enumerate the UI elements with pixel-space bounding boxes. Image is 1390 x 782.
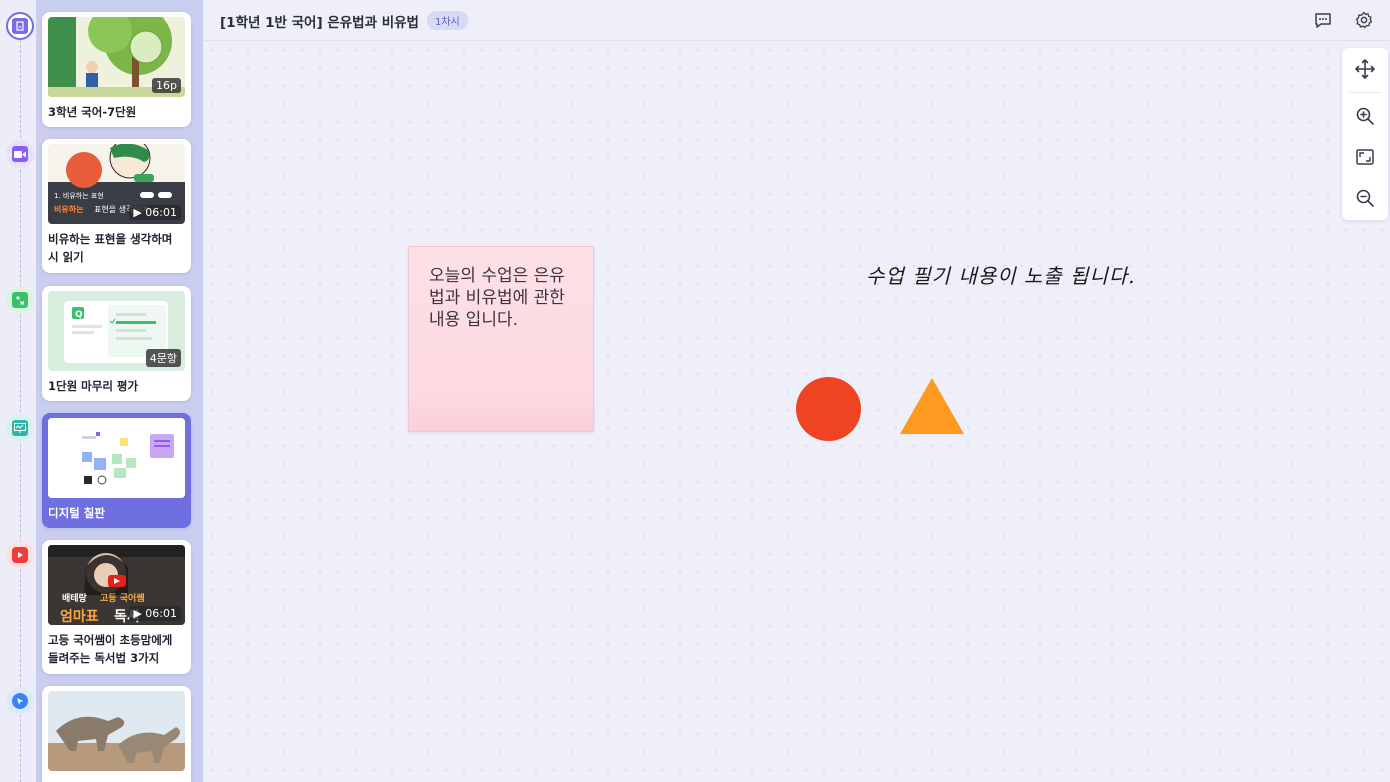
youtube-icon: [12, 547, 28, 563]
video-duration-badge: ▶ 06:01: [129, 205, 181, 220]
page-count-badge: 16p: [152, 78, 181, 93]
move-icon[interactable]: [1353, 57, 1377, 81]
video-thumbnail: 1. 비유하는 표현 비유하는 표현을 생각하며 ▶ 06:01: [48, 144, 185, 224]
sticky-note[interactable]: 오늘의 수업은 은유법과 비유법에 관한 내용 입니다.: [408, 246, 594, 432]
sidebar-item-youtube[interactable]: 배테랑 고등 국어쌤 엄마표 독서 ▶ 06:01 고등 국어쌤이 초등맘에게 …: [42, 540, 191, 674]
sidebar-item-label: 3학년 국어-7단원: [48, 105, 137, 119]
triangle-shape[interactable]: [900, 378, 964, 434]
link-icon: [12, 693, 28, 709]
sidebar-item-label: 1단원 마무리 평가: [48, 379, 139, 393]
fit-screen-icon[interactable]: [1353, 145, 1377, 169]
textbook-thumbnail: 16p: [48, 17, 185, 97]
circle-shape[interactable]: [796, 377, 861, 441]
svg-text:고등 국어쌤: 고등 국어쌤: [100, 592, 145, 604]
whiteboard-thumbnail: [48, 418, 185, 498]
svg-text:비유하는: 비유하는: [54, 204, 84, 214]
book-icon: [12, 18, 28, 34]
youtube-thumbnail: 배테랑 고등 국어쌤 엄마표 독서 ▶ 06:01: [48, 545, 185, 625]
zoom-divider: [1350, 92, 1380, 93]
timeline-dot-book[interactable]: [6, 12, 34, 40]
svg-text:1. 비유하는 표현: 1. 비유하는 표현: [54, 191, 104, 200]
header: [1학년 1반 국어] 은유법과 비유법 1차시: [203, 0, 1390, 41]
timeline-dot-whiteboard[interactable]: [6, 414, 34, 442]
whiteboard-icon: [12, 420, 28, 436]
sidebar-item-label: 비유하는 표현을 생각하며 시 읽기: [48, 232, 173, 264]
sidebar-item-whiteboard[interactable]: 디지털 칠판: [42, 413, 191, 528]
zoom-toolbar: [1342, 48, 1388, 220]
gear-icon[interactable]: [1354, 10, 1374, 30]
sidebar: 16p 3학년 국어-7단원 1. 비유하는 표현 비유하는 표현을 생각하며 …: [0, 0, 203, 782]
video-icon: [12, 146, 28, 162]
handwritten-note[interactable]: 수업 필기 내용이 노출 됩니다.: [866, 260, 1136, 289]
timeline-dot-youtube[interactable]: [6, 541, 34, 569]
timeline-dot-video[interactable]: [6, 140, 34, 168]
timeline-dot-quiz[interactable]: [6, 286, 34, 314]
svg-text:엄마표: 엄마표: [60, 609, 99, 625]
question-count-badge: 4문항: [145, 349, 181, 367]
sidebar-item-video[interactable]: 1. 비유하는 표현 비유하는 표현을 생각하며 ▶ 06:01 비유하는 표현…: [42, 139, 191, 273]
quiz-thumbnail: Q 4문항: [48, 291, 185, 371]
zoom-in-icon[interactable]: [1353, 104, 1377, 128]
session-badge: 1차시: [427, 11, 468, 30]
sidebar-item-textbook[interactable]: 16p 3학년 국어-7단원: [42, 12, 191, 127]
sidebar-item-label: 고등 국어쌤이 초등맘에게 들려주는 독서법 3가지: [48, 633, 173, 665]
svg-text:Q: Q: [75, 310, 83, 320]
timeline-dot-link[interactable]: [6, 687, 34, 715]
zoom-out-icon[interactable]: [1353, 186, 1377, 210]
page-title: [1학년 1반 국어] 은유법과 비유법: [220, 15, 419, 31]
dinosaur-thumbnail: [48, 691, 185, 771]
sidebar-item-label: 디지털 칠판: [48, 506, 105, 520]
quiz-icon: [12, 292, 28, 308]
chat-icon[interactable]: [1313, 10, 1333, 30]
video-duration-badge: ▶ 06:01: [129, 606, 181, 621]
sidebar-item-link[interactable]: [42, 686, 191, 782]
sidebar-item-quiz[interactable]: Q 4문항 1단원 마무리 평가: [42, 286, 191, 401]
svg-text:배테랑: 배테랑: [62, 592, 88, 604]
